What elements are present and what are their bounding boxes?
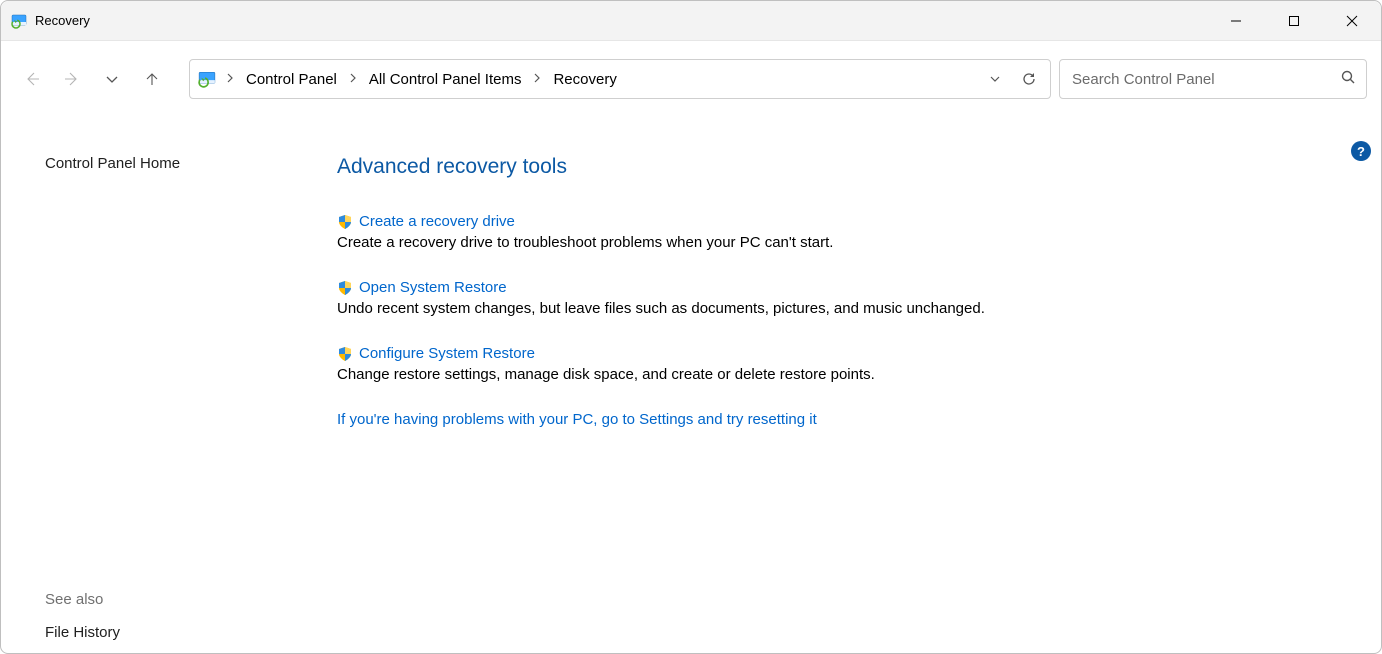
back-button[interactable] — [15, 62, 49, 96]
main-content: Advanced recovery tools Create a recover… — [337, 155, 1341, 428]
see-also-label: See also — [45, 591, 120, 608]
nav-buttons — [15, 62, 169, 96]
configure-system-restore-link[interactable]: Configure System Restore — [359, 345, 535, 362]
shield-icon — [337, 346, 353, 362]
reset-pc-link[interactable]: If you're having problems with your PC, … — [337, 411, 1341, 428]
breadcrumb-recovery[interactable]: Recovery — [547, 67, 622, 92]
minimize-button[interactable] — [1207, 1, 1265, 40]
window-title: Recovery — [35, 13, 1207, 28]
close-button[interactable] — [1323, 1, 1381, 40]
breadcrumb-all-items[interactable]: All Control Panel Items — [363, 67, 528, 92]
chevron-right-icon[interactable] — [220, 72, 240, 86]
window-controls — [1207, 1, 1381, 40]
create-recovery-drive-link[interactable]: Create a recovery drive — [359, 213, 515, 230]
tool-create-recovery-drive: Create a recovery drive Create a recover… — [337, 213, 1341, 251]
file-history-link[interactable]: File History — [45, 624, 120, 641]
forward-button[interactable] — [55, 62, 89, 96]
title-bar: Recovery — [1, 1, 1381, 41]
address-bar[interactable]: Control Panel All Control Panel Items Re… — [189, 59, 1051, 99]
breadcrumb-control-panel[interactable]: Control Panel — [240, 67, 343, 92]
maximize-button[interactable] — [1265, 1, 1323, 40]
sidebar: Control Panel Home — [45, 155, 295, 172]
chevron-right-icon[interactable] — [343, 72, 363, 86]
help-button[interactable]: ? — [1351, 141, 1371, 161]
address-dropdown-button[interactable] — [978, 62, 1012, 96]
shield-icon — [337, 214, 353, 230]
tool-configure-system-restore: Configure System Restore Change restore … — [337, 345, 1341, 383]
help-icon: ? — [1357, 145, 1365, 158]
search-icon[interactable] — [1340, 69, 1356, 89]
create-recovery-drive-desc: Create a recovery drive to troubleshoot … — [337, 234, 1341, 251]
page-heading: Advanced recovery tools — [337, 155, 1341, 179]
see-also-section: See also File History — [45, 591, 120, 641]
open-system-restore-link[interactable]: Open System Restore — [359, 279, 507, 296]
app-icon — [11, 13, 27, 29]
open-system-restore-desc: Undo recent system changes, but leave fi… — [337, 300, 1341, 317]
search-input[interactable] — [1070, 70, 1340, 89]
refresh-button[interactable] — [1012, 62, 1046, 96]
control-panel-home-link[interactable]: Control Panel Home — [45, 155, 295, 172]
content-area: ? Control Panel Home See also File Histo… — [1, 117, 1381, 653]
shield-icon — [337, 280, 353, 296]
control-panel-icon — [198, 70, 216, 88]
tool-open-system-restore: Open System Restore Undo recent system c… — [337, 279, 1341, 317]
search-box[interactable] — [1059, 59, 1367, 99]
configure-system-restore-desc: Change restore settings, manage disk spa… — [337, 366, 1341, 383]
navigation-row: Control Panel All Control Panel Items Re… — [1, 41, 1381, 117]
recent-locations-button[interactable] — [95, 62, 129, 96]
chevron-right-icon[interactable] — [527, 72, 547, 86]
up-button[interactable] — [135, 62, 169, 96]
